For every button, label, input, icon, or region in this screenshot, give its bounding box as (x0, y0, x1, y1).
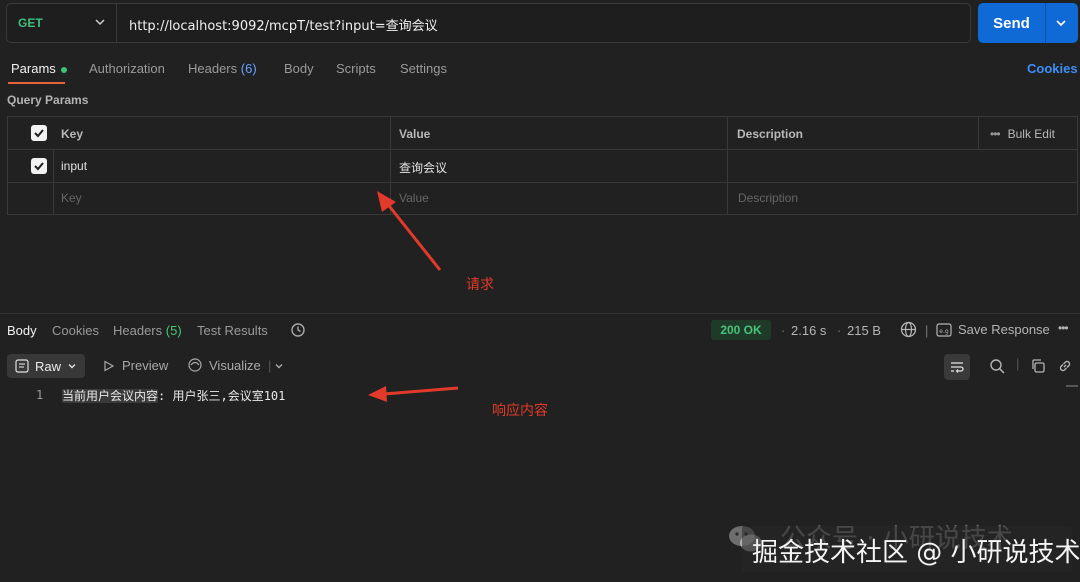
preview-button[interactable]: Preview (103, 358, 168, 373)
format-select[interactable]: Raw (7, 354, 85, 378)
format-label: Raw (35, 358, 62, 374)
highlighted-text: 当前用户会议内容 (62, 389, 159, 403)
pane-divider[interactable] (0, 313, 1080, 314)
watermark-front: 掘金技术社区 @ 小研说技术 (752, 538, 1080, 568)
raw-format-icon (15, 359, 29, 373)
visualize-button[interactable]: Visualize (187, 357, 261, 373)
wrap-lines-button[interactable] (944, 354, 970, 380)
response-tab-cookies[interactable]: Cookies (52, 323, 99, 338)
scrollbar-marker[interactable] (1066, 385, 1078, 387)
response-body-line[interactable]: 当前用户会议内容: 用户张三,会议室101 (62, 387, 285, 404)
copy-icon[interactable] (1030, 358, 1046, 374)
play-icon (104, 359, 115, 372)
preview-label: Preview (122, 358, 169, 373)
meta-separator: | (925, 323, 929, 338)
response-tab-headers-count: (5) (165, 323, 182, 338)
response-annotation: 响应内容 (492, 403, 548, 419)
visualize-icon (188, 358, 202, 372)
link-icon[interactable] (1057, 358, 1073, 374)
response-time: 2.16 s (791, 323, 827, 338)
visualize-chevron-icon[interactable] (274, 361, 284, 371)
visualize-label: Visualize (209, 357, 261, 373)
svg-text:e.g: e.g (939, 328, 949, 335)
history-icon[interactable] (290, 322, 306, 338)
response-tab-test-results[interactable]: Test Results (197, 323, 268, 338)
globe-icon[interactable] (900, 321, 917, 338)
response-tab-headers-label: Headers (113, 323, 163, 338)
toolbar-separator: | (1016, 356, 1020, 371)
line-text: : 用户张三,会议室101 (158, 389, 286, 403)
status-badge: 200 OK (711, 320, 771, 340)
response-tab-body[interactable]: Body (7, 323, 37, 338)
request-arrow (377, 191, 442, 271)
wrap-lines-icon (951, 362, 964, 373)
toolbar-separator: | (268, 358, 272, 373)
response-size: 215 B (847, 323, 881, 338)
line-number: 1 (36, 388, 44, 402)
search-icon[interactable] (989, 358, 1006, 375)
response-arrow (368, 386, 459, 402)
response-tab-headers[interactable]: Headers (5) (113, 323, 182, 338)
meta-separator: · (781, 323, 786, 338)
annotation-arrows (368, 191, 459, 402)
request-annotation: 请求 (466, 277, 494, 293)
chevron-down-icon (68, 364, 76, 369)
more-options-icon[interactable]: ••• (1058, 321, 1069, 335)
save-response-button[interactable]: e.g Save Response (936, 322, 1050, 337)
save-response-icon: e.g (936, 322, 952, 337)
save-response-label: Save Response (958, 322, 1050, 337)
meta-separator: · (837, 323, 842, 338)
